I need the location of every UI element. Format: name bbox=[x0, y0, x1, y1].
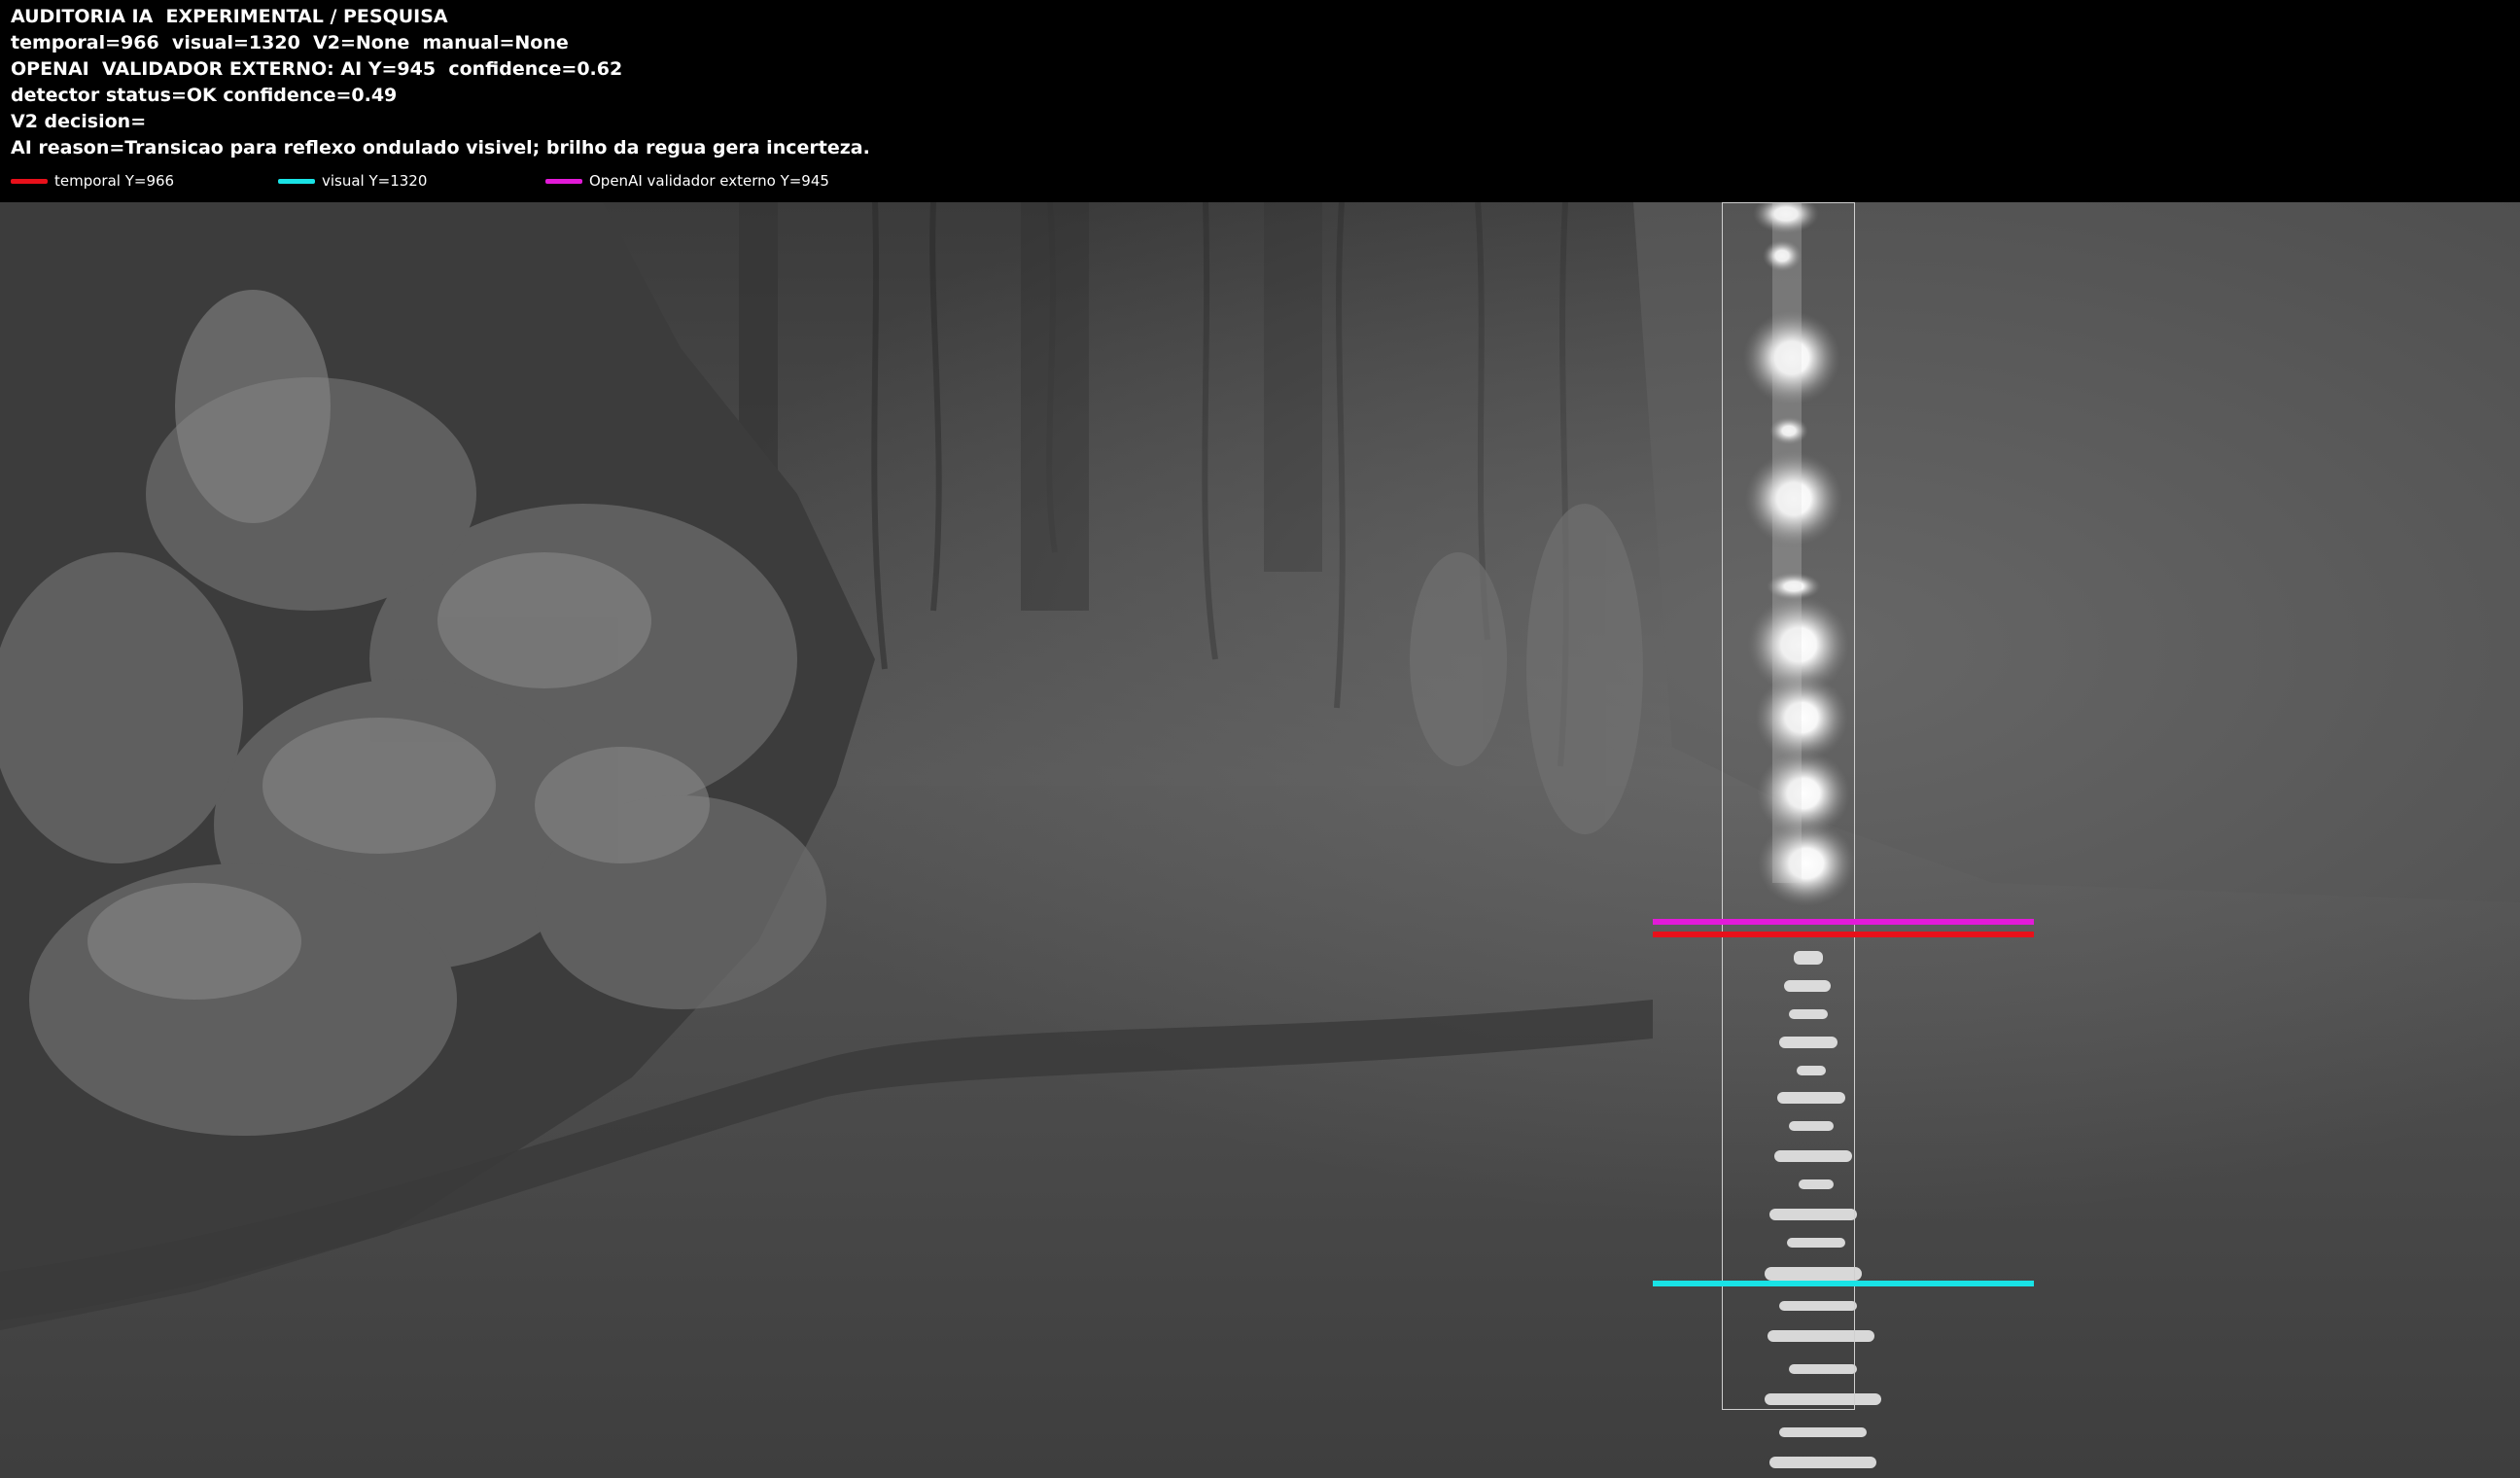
camera-frame bbox=[0, 202, 2520, 1478]
legend-visual-label: visual Y=1320 bbox=[322, 172, 428, 190]
night-river-scene bbox=[0, 202, 2520, 1478]
header-detector-status: detector status=OK confidence=0.49 bbox=[11, 85, 398, 106]
gauge-roi-box bbox=[1722, 202, 1855, 1410]
temporal-level-line bbox=[1653, 932, 2034, 937]
header-measurements: temporal=966 visual=1320 V2=None manual=… bbox=[11, 32, 569, 53]
header-ai-reason: AI reason=Transicao para reflexo ondulad… bbox=[11, 137, 870, 158]
legend-openai-label: OpenAI validador externo Y=945 bbox=[589, 172, 829, 190]
legend-visual-swatch bbox=[278, 179, 315, 184]
visual-level-line bbox=[1653, 1281, 2034, 1286]
openai-level-line bbox=[1653, 919, 2034, 925]
header-title: AUDITORIA IA EXPERIMENTAL / PESQUISA bbox=[11, 6, 448, 27]
legend-temporal-swatch bbox=[11, 179, 48, 184]
legend-openai-swatch bbox=[545, 179, 582, 184]
audit-header: AUDITORIA IA EXPERIMENTAL / PESQUISA tem… bbox=[0, 0, 2520, 202]
header-openai-validator: OPENAI VALIDADOR EXTERNO: AI Y=945 confi… bbox=[11, 58, 623, 80]
legend-temporal-label: temporal Y=966 bbox=[54, 172, 175, 190]
header-v2-decision: V2 decision= bbox=[11, 111, 147, 132]
